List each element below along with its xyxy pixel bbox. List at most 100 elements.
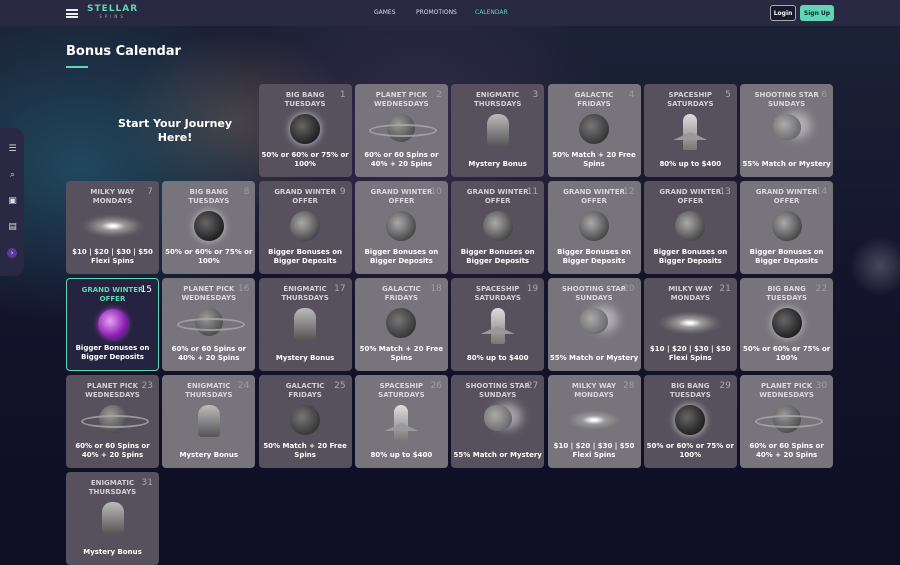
day-bonus: 60% or 60 Spins or 40% + 20 Spins [162,345,255,363]
calendar-day-9[interactable]: GRAND WINTER OFFER 9 Bigger Bonuses on B… [259,181,352,274]
day-number: 28 [623,381,634,391]
calendar-day-12[interactable]: GRAND WINTER OFFER 12 Bigger Bonuses on … [548,181,641,274]
title-underline [66,66,88,68]
day-number: 15 [141,285,152,295]
day-title: BIG BANG TUESDAYS [259,91,352,109]
day-number: 26 [430,381,441,391]
alien-icon [102,502,124,534]
day-number: 29 [719,381,730,391]
calendar-day-16[interactable]: PLANET PICK WEDNESDAYS 16 60% or 60 Spin… [162,278,255,371]
day-number: 11 [527,187,538,197]
day-title: MILKY WAY MONDAYS [66,188,159,206]
day-bonus: $10 | $20 | $30 | $50 Flexi Spins [548,442,641,460]
day-bonus: 50% Match + 20 Free Spins [355,345,448,363]
day-bonus: Mystery Bonus [259,354,352,363]
signup-button[interactable]: Sign Up [800,5,834,21]
sliders-icon[interactable]: ☰ [8,145,17,154]
calendar-icon[interactable]: ▤ [8,223,17,232]
login-button[interactable]: Login [770,5,796,21]
day-title: GRAND WINTER OFFER [259,188,352,206]
winter-icon [483,211,513,241]
day-number: 13 [719,187,730,197]
day-bonus: 50% Match + 20 Free Spins [259,442,352,460]
calendar-day-18[interactable]: GALACTIC FRIDAYS 18 50% Match + 20 Free … [355,278,448,371]
day-number: 24 [238,381,249,391]
calendar-day-25[interactable]: GALACTIC FRIDAYS 25 50% Match + 20 Free … [259,375,352,468]
calendar-day-24[interactable]: ENIGMATIC THURSDAYS 24 Mystery Bonus [162,375,255,468]
galaxy-icon [657,311,723,335]
day-number: 17 [334,284,345,294]
calendar-day-30[interactable]: PLANET PICK WEDNESDAYS 30 60% or 60 Spin… [740,375,833,468]
calendar-day-4[interactable]: GALACTIC FRIDAYS 4 50% Match + 20 Free S… [548,84,641,177]
calendar-day-15[interactable]: GRAND WINTER OFFER 15 Bigger Bonuses on … [66,278,159,371]
winter-icon [579,211,609,241]
asteroid-icon [484,405,512,431]
calendar-day-22[interactable]: BIG BANG TUESDAYS 22 50% or 60% or 75% o… [740,278,833,371]
calendar-day-3[interactable]: ENIGMATIC THURSDAYS 3 Mystery Bonus [451,84,544,177]
calendar-day-20[interactable]: SHOOTING STAR SUNDAYS 20 55% Match or My… [548,278,641,371]
calendar-day-6[interactable]: SHOOTING STAR SUNDAYS 6 55% Match or Mys… [740,84,833,177]
planet-icon [195,308,223,336]
top-bar: STELLAR SPINS GAMES PROMOTIONS CALENDAR … [0,0,900,26]
blackhole-icon [290,114,320,144]
ship-icon [683,114,697,150]
calendar-day-7[interactable]: MILKY WAY MONDAYS 7 $10 | $20 | $30 | $5… [66,181,159,274]
calendar-day-5[interactable]: SPACESHIP SATURDAYS 5 80% up to $400 [644,84,737,177]
calendar-day-28[interactable]: MILKY WAY MONDAYS 28 $10 | $20 | $30 | $… [548,375,641,468]
nav-calendar[interactable]: CALENDAR [475,9,508,16]
page-title: Bonus Calendar [66,44,181,59]
logo[interactable]: STELLAR SPINS [87,5,138,19]
day-bonus: 55% Match or Mystery [740,160,833,169]
calendar-day-13[interactable]: GRAND WINTER OFFER 13 Bigger Bonuses on … [644,181,737,274]
day-bonus: 50% or 60% or 75% or 100% [740,345,833,363]
search-icon[interactable]: ⌕ [8,171,17,180]
winter-icon [675,211,705,241]
calendar-day-8[interactable]: BIG BANG TUESDAYS 8 50% or 60% or 75% or… [162,181,255,274]
logo-subtext: SPINS [87,15,138,19]
day-bonus: Bigger Bonuses on Bigger Deposits [644,248,737,266]
day-number: 8 [244,187,250,197]
chevron-right-icon[interactable]: › [7,248,17,258]
day-number: 7 [147,187,153,197]
winter-icon [772,211,802,241]
gift-icon[interactable]: ▣ [8,197,17,206]
day-number: 22 [816,284,827,294]
day-number: 30 [816,381,827,391]
day-title: SPACESHIP SATURDAYS [644,91,737,109]
calendar-day-19[interactable]: SPACESHIP SATURDAYS 19 80% up to $400 [451,278,544,371]
day-number: 12 [623,187,634,197]
calendar-day-21[interactable]: MILKY WAY MONDAYS 21 $10 | $20 | $30 | $… [644,278,737,371]
calendar-day-31[interactable]: ENIGMATIC THURSDAYS 31 Mystery Bonus [66,472,159,565]
calendar-day-23[interactable]: PLANET PICK WEDNESDAYS 23 60% or 60 Spin… [66,375,159,468]
planet-icon [99,405,127,433]
day-number: 14 [816,187,827,197]
calendar-day-27[interactable]: SHOOTING STAR SUNDAYS 27 55% Match or My… [451,375,544,468]
day-bonus: 60% or 60 Spins or 40% + 20 Spins [740,442,833,460]
calendar-day-11[interactable]: GRAND WINTER OFFER 11 Bigger Bonuses on … [451,181,544,274]
calendar-day-14[interactable]: GRAND WINTER OFFER 14 Bigger Bonuses on … [740,181,833,274]
day-bonus: Bigger Bonuses on Bigger Deposits [548,248,641,266]
calendar-day-1[interactable]: BIG BANG TUESDAYS 1 50% or 60% or 75% or… [259,84,352,177]
day-bonus: 50% or 60% or 75% or 100% [259,151,352,169]
winter-icon [290,211,320,241]
menu-icon[interactable] [66,9,78,18]
day-bonus: Bigger Bonuses on Bigger Deposits [67,344,158,362]
day-bonus: $10 | $20 | $30 | $50 Flexi Spins [644,345,737,363]
galactic-icon [290,405,320,435]
asteroid-icon [580,308,608,334]
day-number: 23 [142,381,153,391]
calendar-day-10[interactable]: GRAND WINTER OFFER 10 Bigger Bonuses on … [355,181,448,274]
asteroid-icon [773,114,801,140]
winter-icon [386,211,416,241]
nav-promotions[interactable]: PROMOTIONS [416,9,457,16]
nav-games[interactable]: GAMES [374,9,396,16]
galactic-icon [579,114,609,144]
day-bonus: 80% up to $400 [644,160,737,169]
calendar-day-2[interactable]: PLANET PICK WEDNESDAYS 2 60% or 60 Spins… [355,84,448,177]
planet-icon [773,405,801,433]
day-bonus: $10 | $20 | $30 | $50 Flexi Spins [66,248,159,266]
blackhole-icon [772,308,802,338]
calendar-day-29[interactable]: BIG BANG TUESDAYS 29 50% or 60% or 75% o… [644,375,737,468]
calendar-day-26[interactable]: SPACESHIP SATURDAYS 26 80% up to $400 [355,375,448,468]
calendar-day-17[interactable]: ENIGMATIC THURSDAYS 17 Mystery Bonus [259,278,352,371]
